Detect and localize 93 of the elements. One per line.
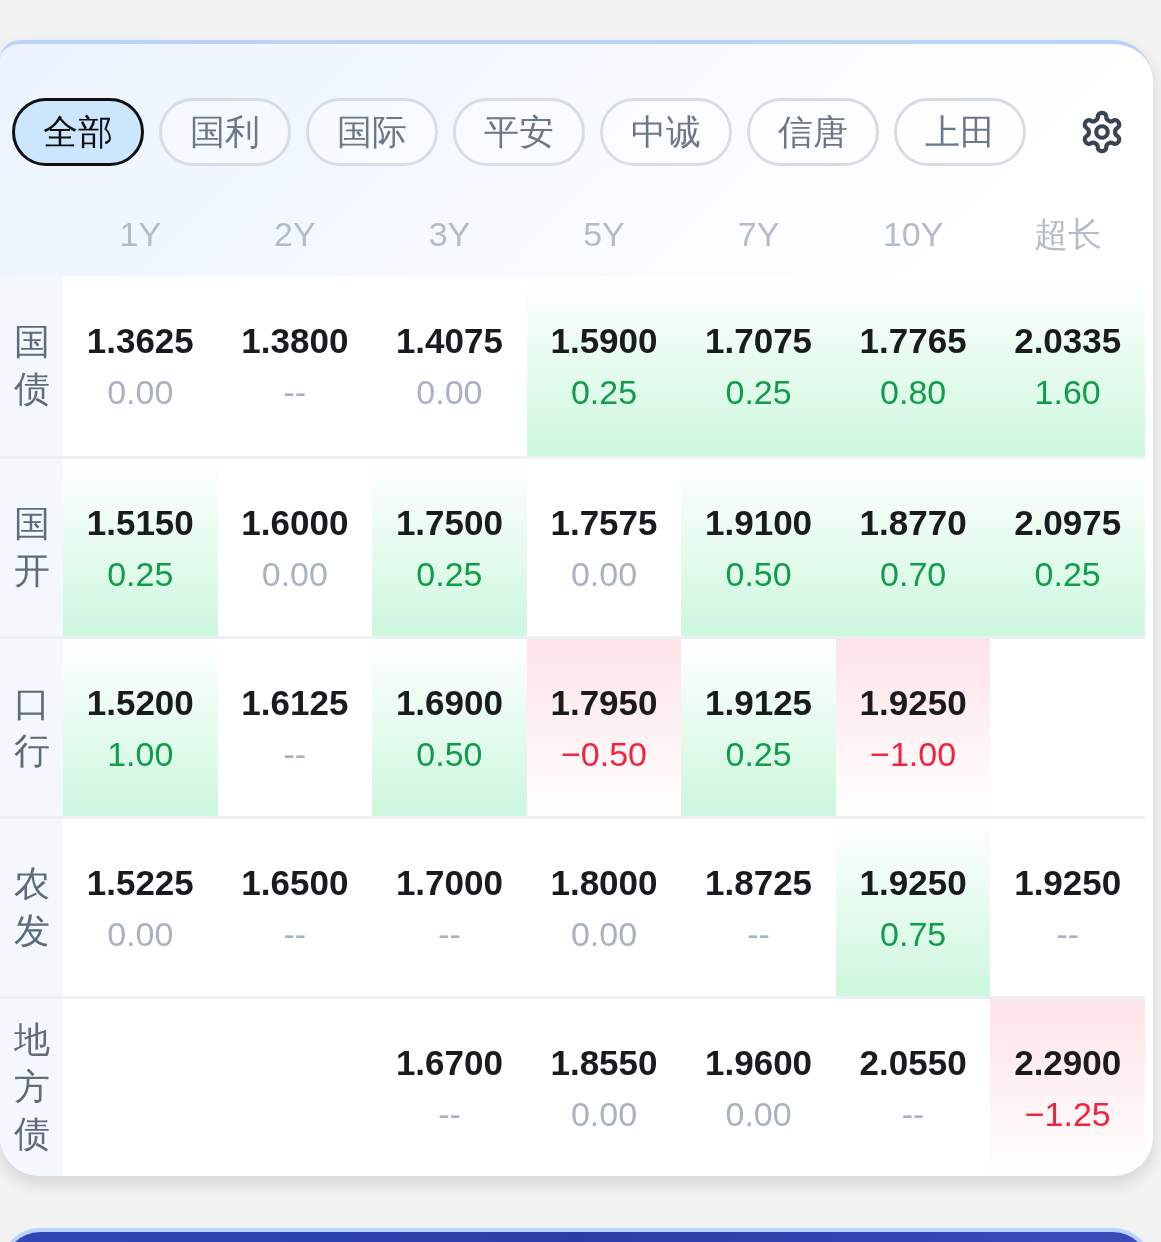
rate-value: 1.7950 [550, 681, 658, 724]
change-value: 0.25 [107, 553, 174, 595]
change-value: 0.25 [725, 372, 792, 413]
change-value: −1.25 [1024, 1093, 1111, 1135]
change-value: -- [438, 1093, 461, 1135]
row-label: 国债 [13, 320, 50, 411]
rate-value: 1.6000 [241, 501, 349, 544]
column-header: 3Y [428, 214, 471, 254]
filter-tab[interactable]: 信唐 [747, 98, 879, 166]
quote-cell[interactable]: 2.2900 −1.25 [990, 999, 1145, 1176]
column-header: 2Y [274, 214, 316, 254]
change-value: 0.50 [725, 553, 792, 595]
rate-value: 1.7500 [395, 501, 503, 544]
change-value: -- [901, 1093, 925, 1135]
change-value: 0.00 [570, 1093, 638, 1135]
rate-value: 1.3625 [86, 320, 194, 362]
quote-cell[interactable]: 1.5200 1.00 [63, 639, 218, 816]
quote-cell[interactable]: 1.5150 0.25 [63, 459, 218, 636]
change-value: -- [438, 913, 461, 955]
row-label: 地方债 [13, 1018, 50, 1156]
change-value: 1.60 [1034, 372, 1101, 413]
column-header: 超长 [1033, 214, 1102, 254]
change-value: −0.50 [560, 733, 647, 775]
rate-value: 1.5900 [550, 320, 658, 362]
change-value: -- [283, 733, 307, 775]
rate-value: 1.9250 [859, 681, 967, 724]
rate-value: 1.9250 [859, 861, 967, 904]
quote-cell[interactable]: 1.5900 0.25 [526, 276, 682, 456]
filter-tab[interactable]: 上田 [894, 98, 1026, 166]
change-value: 0.80 [880, 372, 947, 413]
rate-value: 2.0550 [859, 1041, 967, 1084]
change-value: 0.00 [107, 913, 174, 955]
rate-value: 1.8725 [705, 861, 813, 904]
rate-value: 2.0975 [1014, 501, 1122, 544]
rate-value: 1.6700 [395, 1041, 503, 1084]
rate-value: 1.9600 [705, 1041, 813, 1084]
rate-value: 1.9125 [705, 681, 813, 724]
column-header: 1Y [119, 214, 162, 254]
change-value: 0.25 [416, 553, 483, 595]
change-value: -- [1056, 913, 1080, 955]
rate-value: 1.7575 [550, 501, 658, 544]
quote-cell[interactable]: 1.6000 0.00 [217, 459, 373, 636]
change-value: 0.00 [261, 553, 328, 595]
column-header: 10Y [882, 214, 944, 254]
change-value: 0.00 [570, 553, 638, 595]
column-header: 5Y [583, 214, 625, 254]
column-header: 7Y [737, 214, 780, 254]
filter-tab[interactable]: 国际 [306, 98, 438, 166]
rate-value: 1.3800 [241, 320, 349, 362]
rate-value: 1.7000 [395, 861, 503, 904]
quote-cell[interactable]: 1.7500 0.25 [372, 459, 527, 636]
change-value: -- [283, 372, 307, 413]
rate-value: 2.2900 [1014, 1041, 1122, 1084]
rate-value: 1.7765 [859, 320, 967, 362]
rate-value: 1.6500 [241, 861, 349, 904]
rate-value: 1.6900 [395, 681, 503, 724]
rate-value: 1.6125 [241, 681, 349, 724]
change-value: −1.00 [870, 733, 957, 775]
rate-value: 1.5200 [86, 681, 194, 724]
filter-tab[interactable]: 中诚 [600, 98, 732, 166]
rate-value: 1.8000 [550, 861, 658, 904]
rate-value: 1.8770 [859, 501, 967, 544]
rate-value: 1.9100 [705, 501, 813, 544]
change-value: 0.25 [570, 372, 638, 413]
rate-value: 1.4075 [395, 320, 503, 362]
rate-value: 1.9250 [1014, 861, 1122, 904]
change-value: -- [747, 913, 770, 955]
change-value: 0.70 [880, 553, 947, 595]
filter-tab[interactable]: 国利 [159, 98, 291, 166]
change-value: 0.50 [416, 733, 483, 775]
row-label: 口行 [13, 681, 50, 773]
quote-cell[interactable]: 1.3800 -- [217, 276, 373, 456]
rate-value: 1.5150 [86, 501, 194, 544]
filter-tab[interactable]: 平安 [453, 98, 585, 166]
rate-value: 1.5225 [86, 861, 194, 904]
change-value: 0.00 [107, 372, 174, 413]
quote-cell[interactable]: 1.7075 0.25 [681, 276, 836, 456]
quote-cell[interactable]: 1.4075 0.00 [372, 276, 527, 456]
rate-value: 1.7075 [705, 320, 813, 362]
change-value: 0.00 [725, 1093, 792, 1135]
row-label: 国开 [13, 501, 50, 593]
change-value: 0.25 [725, 733, 792, 775]
change-value: 1.00 [107, 733, 174, 775]
change-value: 0.00 [416, 372, 483, 413]
change-value: 0.00 [570, 913, 638, 955]
change-value: 0.75 [880, 913, 947, 955]
rate-value: 2.0335 [1014, 320, 1122, 362]
change-value: -- [283, 913, 307, 955]
quote-cell[interactable]: 1.3625 0.00 [63, 276, 218, 456]
filter-tab[interactable]: 全部 [12, 98, 144, 166]
rate-value: 1.8550 [550, 1041, 658, 1084]
change-value: 0.25 [1034, 553, 1101, 595]
row-label: 农发 [13, 861, 50, 953]
